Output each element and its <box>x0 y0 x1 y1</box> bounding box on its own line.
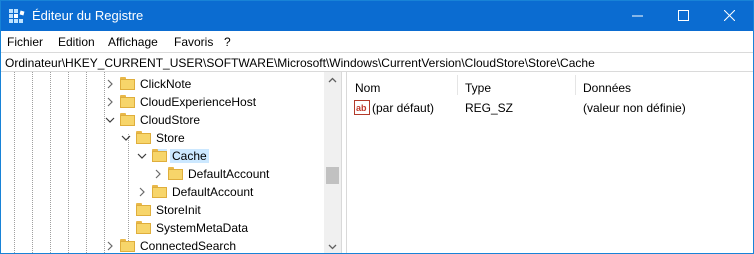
tree-node-label: ClickNote <box>140 77 192 91</box>
tree-node-label: SystemMetaData <box>156 221 249 235</box>
menu-fichier[interactable]: Fichier <box>7 35 43 49</box>
title-bar[interactable]: Éditeur du Registre <box>1 1 753 31</box>
chevron-right-icon[interactable] <box>105 79 115 89</box>
tree-node-storeinit[interactable]: StoreInit <box>1 201 321 219</box>
chevron-right-icon[interactable] <box>105 241 115 251</box>
scroll-down-arrow-icon[interactable] <box>324 238 341 254</box>
svg-text:ab: ab <box>356 103 367 113</box>
tree-node-connectedsearch[interactable]: ConnectedSearch <box>1 237 321 253</box>
menu-affichage[interactable]: Affichage <box>108 35 158 49</box>
scroll-thumb[interactable] <box>326 167 339 184</box>
value-name: (par défaut) <box>372 101 435 115</box>
maximize-button[interactable] <box>661 1 707 31</box>
tree-node-store[interactable]: Store <box>1 129 321 147</box>
value-type: REG_SZ <box>465 101 514 115</box>
column-header-type[interactable]: Type <box>457 72 575 96</box>
address-bar[interactable]: Ordinateur\HKEY_CURRENT_USER\SOFTWARE\Mi… <box>1 52 753 72</box>
scroll-up-arrow-icon[interactable] <box>324 72 341 89</box>
column-header-label: Nom <box>355 81 381 95</box>
folder-icon <box>136 203 151 216</box>
address-path[interactable]: Ordinateur\HKEY_CURRENT_USER\SOFTWARE\Mi… <box>5 56 595 70</box>
minimize-icon <box>632 15 643 17</box>
chevron-down-icon[interactable] <box>121 133 131 143</box>
folder-icon <box>120 95 135 108</box>
regedit-app-icon <box>9 9 25 23</box>
close-button[interactable] <box>707 1 753 31</box>
tree-node-cloudstore[interactable]: CloudStore <box>1 111 321 129</box>
tree-node-label: CloudExperienceHost <box>140 95 257 109</box>
value-row[interactable]: ab (par défaut) REG_SZ (valeur non défin… <box>347 99 753 117</box>
chevron-right-icon[interactable] <box>105 97 115 107</box>
registry-editor-window: Éditeur du Registre Fichier Edition Affi… <box>0 0 754 254</box>
chevron-down-icon[interactable] <box>105 115 115 125</box>
string-value-icon: ab <box>354 100 370 115</box>
tree-scrollbar[interactable] <box>324 72 341 254</box>
window-title: Éditeur du Registre <box>32 8 144 23</box>
maximize-icon <box>678 10 689 21</box>
tree-node-label: DefaultAccount <box>188 167 270 181</box>
folder-icon <box>168 167 183 180</box>
tree-node-systemmetadata[interactable]: SystemMetaData <box>1 219 321 237</box>
tree-node-cache[interactable]: Cache <box>1 147 321 165</box>
tree-node-defaultaccount-store[interactable]: DefaultAccount <box>1 183 321 201</box>
menu-help[interactable]: ? <box>224 35 231 49</box>
column-header-donnees[interactable]: Données <box>575 72 753 96</box>
tree-node-label: CloudStore <box>140 113 201 127</box>
tree-node-label: Cache <box>170 149 209 163</box>
tree-node-clicknote[interactable]: ClickNote <box>1 75 321 93</box>
tree-node-defaultaccount-cache[interactable]: DefaultAccount <box>1 165 321 183</box>
tree-node-label: DefaultAccount <box>172 185 254 199</box>
column-header-label: Type <box>465 81 492 95</box>
menu-edition[interactable]: Edition <box>58 35 95 49</box>
tree-node-label: ConnectedSearch <box>140 239 237 253</box>
folder-icon <box>136 221 151 234</box>
menu-favoris[interactable]: Favoris <box>174 35 213 49</box>
folder-icon <box>136 131 151 144</box>
column-header-label: Données <box>583 81 632 95</box>
folder-icon <box>120 113 135 126</box>
tree-node-cloudexperiencehost[interactable]: CloudExperienceHost <box>1 93 321 111</box>
chevron-down-icon[interactable] <box>137 151 147 161</box>
value-data: (valeur non définie) <box>583 101 686 115</box>
chevron-right-icon[interactable] <box>137 187 147 197</box>
folder-icon <box>120 239 135 252</box>
tree-node-label: Store <box>156 131 185 145</box>
folder-open-icon <box>152 149 167 162</box>
values-list[interactable]: Nom Type Données ab (par défaut) REG_SZ … <box>347 72 753 253</box>
chevron-right-icon[interactable] <box>153 169 163 179</box>
folder-icon <box>152 185 167 198</box>
tree-node-label: StoreInit <box>156 203 201 217</box>
minimize-button[interactable] <box>615 1 661 31</box>
menu-bar: Fichier Edition Affichage Favoris ? <box>1 31 753 52</box>
registry-tree[interactable]: ClickNote CloudExperienceHost CloudStore… <box>1 72 341 253</box>
folder-icon <box>120 77 135 90</box>
close-icon <box>724 10 735 21</box>
column-header-nom[interactable]: Nom <box>347 72 457 96</box>
